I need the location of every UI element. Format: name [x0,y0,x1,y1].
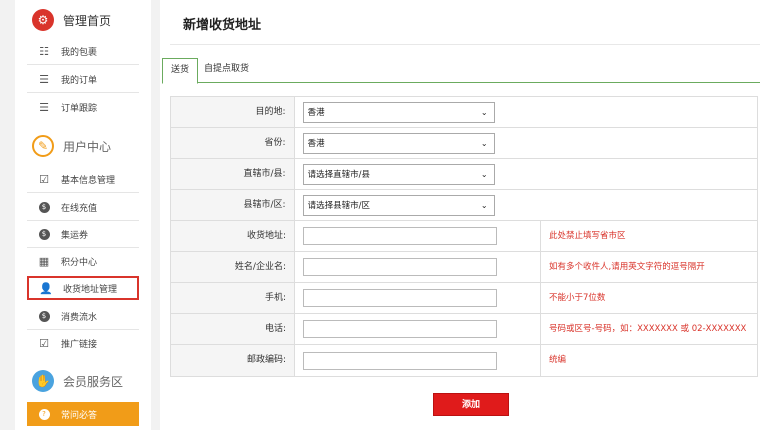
sidebar-section-member-services[interactable]: ✋ 会员服务区 [15,361,151,401]
sidebar-item-online-recharge[interactable]: $ 在线充值 [27,195,139,219]
sidebar-item-label: 常问必答 [61,410,98,421]
sidebar-section-user-center[interactable]: ✎ 用户中心 [15,126,151,166]
field-label: 电话: [171,314,295,344]
sidebar-item-label: 我的订单 [61,75,98,86]
field-label: 省份: [171,128,295,158]
sidebar-item-label: 我的包裹 [61,47,98,58]
sidebar-item-promo-link[interactable]: ☑ 推广链接 [27,331,139,355]
field-label: 手机: [171,283,295,313]
field-label: 邮政编码: [171,345,295,376]
destination-select[interactable]: 香港 ⌄ [302,101,495,123]
chevron-down-icon: ⌄ [480,107,488,117]
sidebar-item-coupons[interactable]: $ 集运券 [27,222,139,246]
list-icon: ☰ [39,100,49,114]
form-row-province: 省份: 香港 ⌄ [171,128,757,159]
district-select[interactable]: 请选择县辖市/区 ⌄ [302,194,495,216]
chevron-down-icon: ⌄ [480,169,488,179]
form-row-destination: 目的地: 香港 ⌄ [171,97,757,128]
form-row-mobile: 手机: 不能小于7位数 [171,283,757,314]
form-row-address: 收货地址: 此处禁止填写省市区 [171,221,757,252]
pencil-icon: ✎ [32,135,54,157]
sidebar-item-label: 积分中心 [61,257,98,268]
user-icon: 👤 [39,281,53,295]
list-icon: ☰ [39,72,49,86]
city-select[interactable]: 请选择直辖市/县 ⌄ [302,163,495,185]
form-row-postcode: 邮政编码: 统编 [171,345,757,376]
section-title: 用户中心 [63,139,112,154]
sidebar-item-points[interactable]: ▦ 积分中心 [27,249,139,273]
form-row-district: 县辖市/区: 请选择县辖市/区 ⌄ [171,190,757,221]
tab-bar: 送货 自提点取货 [162,58,760,84]
phone-input[interactable] [303,320,497,338]
sidebar-item-address-management[interactable]: 👤 收货地址管理 [27,276,139,300]
province-select[interactable]: 香港 ⌄ [302,132,495,154]
sidebar-item-my-orders[interactable]: ☰ 我的订单 [27,67,139,91]
selected-value: 请选择直辖市/县 [307,170,370,180]
field-hint: 号码或区号-号码，如：XXXXXXX 或 02-XXXXXXX [549,324,747,334]
field-label: 目的地: [171,97,295,127]
sidebar-item-label: 消费流水 [61,312,98,323]
field-hint: 统编 [549,355,567,365]
address-input[interactable] [303,227,497,245]
add-button[interactable]: 添加 [433,393,509,416]
coin-icon: $ [38,228,50,240]
page-title: 新增收货地址 [183,18,262,33]
selected-value: 请选择县辖市/区 [307,201,370,211]
sidebar-item-order-tracking[interactable]: ☰ 订单跟踪 [27,95,139,119]
gear-icon: ⚙ [32,9,54,31]
sidebar-item-label: 集运券 [61,230,89,241]
selected-value: 香港 [307,139,325,149]
chevron-down-icon: ⌄ [480,138,488,148]
coin-icon: $ [38,201,50,213]
form-row-name: 姓名/企业名: 如有多个收件人,请用英文字符的逗号隔开 [171,252,757,283]
sidebar-section-admin-home[interactable]: ⚙ 管理首页 [15,0,151,40]
sidebar-item-label: 收货地址管理 [63,284,118,295]
sidebar-item-transactions[interactable]: $ 消费流水 [27,304,139,328]
building-icon: ▦ [38,254,50,268]
coin-icon: $ [38,310,50,322]
field-hint: 如有多个收件人,请用英文字符的逗号隔开 [549,262,705,272]
chevron-down-icon: ⌄ [480,200,488,210]
field-hint: 不能小于7位数 [549,293,606,303]
mobile-input[interactable] [303,289,497,307]
tab-delivery[interactable]: 送货 [162,58,199,84]
main-panel: 新增收货地址 送货 自提点取货 目的地: 香港 ⌄ 省份: 香港 ⌄ 直辖市/县… [160,0,765,430]
field-hint: 此处禁止填写省市区 [549,231,626,241]
sidebar-item-label: 在线充值 [61,203,98,214]
address-form: 目的地: 香港 ⌄ 省份: 香港 ⌄ 直辖市/县: 请选择直辖市/县 ⌄ 县辖市… [170,96,758,377]
form-row-phone: 电话: 号码或区号-号码，如：XXXXXXX 或 02-XXXXXXX [171,314,757,345]
section-title: 会员服务区 [63,374,124,389]
question-icon: ? [38,408,50,420]
sidebar-item-basic-info[interactable]: ☑ 基本信息管理 [27,167,139,191]
tab-self-pickup[interactable]: 自提点取货 [196,58,257,83]
check-box-icon: ☑ [39,336,49,350]
field-label: 收货地址: [171,221,295,251]
postcode-input[interactable] [303,351,497,370]
sidebar: ⚙ 管理首页 ☷ 我的包裹 ☰ 我的订单 ☰ 订单跟踪 ✎ 用户中心 ☑ 基本信… [15,0,151,430]
sidebar-item-my-packages[interactable]: ☷ 我的包裹 [27,39,139,63]
name-input[interactable] [303,258,497,276]
list-grid-icon: ☷ [39,44,49,58]
handshake-icon: ✋ [32,370,54,392]
edit-icon: ☑ [39,172,49,186]
section-title: 管理首页 [63,13,112,28]
form-row-city: 直辖市/县: 请选择直辖市/县 ⌄ [171,159,757,190]
selected-value: 香港 [307,108,325,118]
field-label: 县辖市/区: [171,190,295,220]
sidebar-item-faq[interactable]: ? 常问必答 [27,402,139,426]
sidebar-item-label: 推广链接 [61,339,98,350]
sidebar-item-label: 订单跟踪 [61,103,98,114]
sidebar-item-label: 基本信息管理 [61,175,116,186]
field-label: 直辖市/县: [171,159,295,189]
field-label: 姓名/企业名: [171,252,295,282]
